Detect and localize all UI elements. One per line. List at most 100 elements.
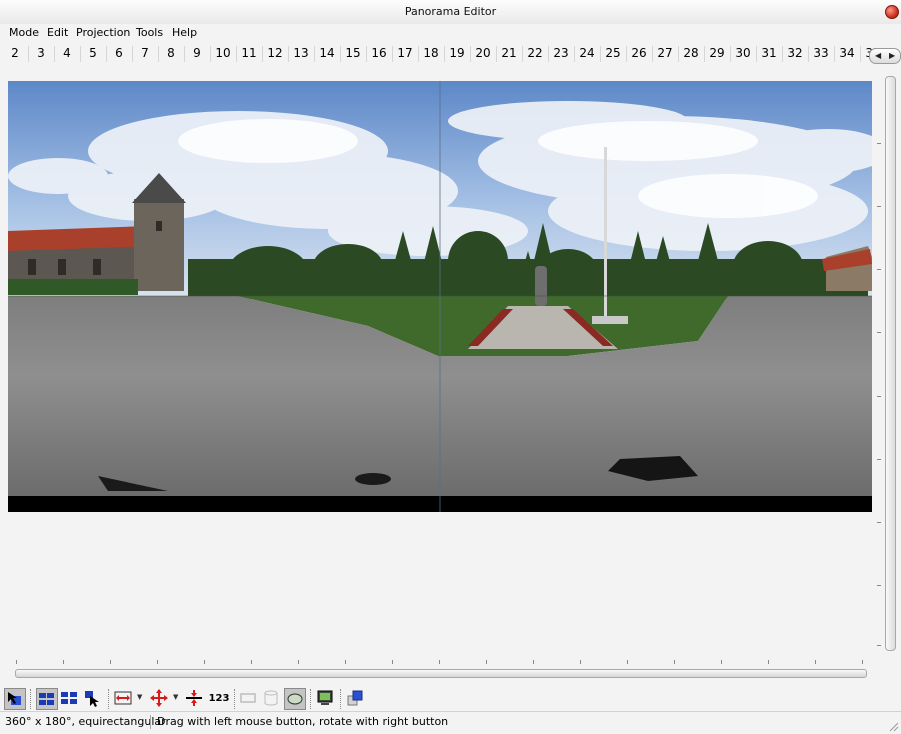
fit-width-button[interactable]	[113, 688, 135, 710]
tab-separator	[730, 46, 731, 62]
fit-width-dropdown-icon[interactable]: ▼	[137, 693, 142, 701]
tab-separator	[470, 46, 471, 62]
image-tab[interactable]: 20	[470, 46, 496, 62]
image-tab[interactable]: 26	[626, 46, 652, 62]
menu-tools[interactable]: Tools	[136, 26, 163, 39]
tab-scroll-right-icon[interactable]: ▶	[889, 49, 895, 63]
toolbar-separator	[310, 689, 312, 709]
sphere-button[interactable]	[284, 688, 306, 710]
image-tab[interactable]: 18	[418, 46, 444, 62]
status-hint: Drag with left mouse button, rotate with…	[157, 715, 449, 728]
vertical-scrollbar[interactable]	[885, 76, 896, 651]
tab-scroll-left-icon[interactable]: ◀	[875, 49, 881, 63]
image-tab[interactable]: 8	[158, 46, 184, 62]
tab-separator	[392, 46, 393, 62]
image-tab[interactable]: 2	[2, 46, 28, 62]
horizontal-tick	[157, 660, 158, 664]
image-tab[interactable]: 28	[678, 46, 704, 62]
image-tab[interactable]: 30	[730, 46, 756, 62]
horizontal-tick	[345, 660, 346, 664]
tab-separator	[496, 46, 497, 62]
vertical-tick	[877, 585, 881, 586]
select-tool-button[interactable]	[4, 688, 26, 710]
menu-mode[interactable]: Mode	[9, 26, 39, 39]
layers-button[interactable]	[261, 688, 283, 710]
horizontal-tick	[251, 660, 252, 664]
tab-separator	[600, 46, 601, 62]
center-dropdown-icon[interactable]: ▼	[173, 693, 178, 701]
tab-separator	[158, 46, 159, 62]
image-tab[interactable]: 5	[80, 46, 106, 62]
numbers-button[interactable]: 123	[207, 688, 231, 710]
menu-help[interactable]: Help	[172, 26, 197, 39]
crop-button[interactable]	[238, 688, 260, 710]
identify-tool-button[interactable]	[82, 688, 104, 710]
tab-separator	[28, 46, 29, 62]
menu-projection[interactable]: Projection	[76, 26, 130, 39]
panorama-image	[8, 81, 872, 512]
image-tab[interactable]: 25	[600, 46, 626, 62]
straighten-icon	[186, 690, 202, 706]
horizontal-tick	[110, 660, 111, 664]
image-tab[interactable]: 12	[262, 46, 288, 62]
tab-separator	[444, 46, 445, 62]
image-tab[interactable]: 13	[288, 46, 314, 62]
image-tab[interactable]: 33	[808, 46, 834, 62]
image-tab[interactable]: 24	[574, 46, 600, 62]
image-tab[interactable]: 15	[340, 46, 366, 62]
image-tab[interactable]: 17	[392, 46, 418, 62]
center-icon	[150, 689, 168, 707]
image-tab[interactable]: 23	[548, 46, 574, 62]
image-tab[interactable]: 29	[704, 46, 730, 62]
horizontal-tick	[627, 660, 628, 664]
vertical-tick	[877, 332, 881, 333]
image-tab[interactable]: 19	[444, 46, 470, 62]
copy-button[interactable]	[345, 688, 367, 710]
vertical-tick	[877, 143, 881, 144]
select-tool-icon	[8, 692, 21, 705]
image-tab[interactable]: 34	[834, 46, 860, 62]
image-tab[interactable]: 16	[366, 46, 392, 62]
preview-tool-button[interactable]	[36, 688, 58, 710]
tab-separator	[834, 46, 835, 62]
overview-tool-button[interactable]	[59, 688, 81, 710]
image-tab[interactable]: 32	[782, 46, 808, 62]
horizontal-tick	[674, 660, 675, 664]
center-button[interactable]	[149, 688, 171, 710]
layers-icon	[264, 690, 278, 706]
image-tab[interactable]: 4	[54, 46, 80, 62]
image-tab[interactable]: 6	[106, 46, 132, 62]
menu-edit[interactable]: Edit	[47, 26, 68, 39]
tab-separator	[184, 46, 185, 62]
tab-separator	[340, 46, 341, 62]
vertical-tick	[877, 206, 881, 207]
horizontal-tick	[721, 660, 722, 664]
image-tab[interactable]: 21	[496, 46, 522, 62]
tab-separator	[626, 46, 627, 62]
horizontal-scrollbar[interactable]	[15, 669, 867, 678]
tab-separator	[522, 46, 523, 62]
image-tab[interactable]: 9	[184, 46, 210, 62]
toolbar-separator	[108, 689, 110, 709]
image-tab[interactable]: 11	[236, 46, 262, 62]
image-tab[interactable]: 27	[652, 46, 678, 62]
horizontal-tick	[486, 660, 487, 664]
vertical-tick	[877, 396, 881, 397]
identify-tool-icon	[85, 691, 99, 707]
panorama-preview[interactable]	[8, 81, 872, 512]
tab-scroll-buttons[interactable]: ◀ ▶	[869, 48, 901, 64]
monitor-button[interactable]	[315, 688, 337, 710]
image-tab[interactable]: 31	[756, 46, 782, 62]
image-tab[interactable]: 22	[522, 46, 548, 62]
resize-grip-icon[interactable]	[889, 722, 899, 732]
tab-separator	[132, 46, 133, 62]
image-tab[interactable]: 7	[132, 46, 158, 62]
tab-separator	[106, 46, 107, 62]
tab-separator	[236, 46, 237, 62]
image-tab[interactable]: 10	[210, 46, 236, 62]
close-button[interactable]	[885, 5, 899, 19]
tab-separator	[418, 46, 419, 62]
image-tab[interactable]: 3	[28, 46, 54, 62]
image-tab[interactable]: 14	[314, 46, 340, 62]
straighten-button[interactable]	[184, 688, 206, 710]
